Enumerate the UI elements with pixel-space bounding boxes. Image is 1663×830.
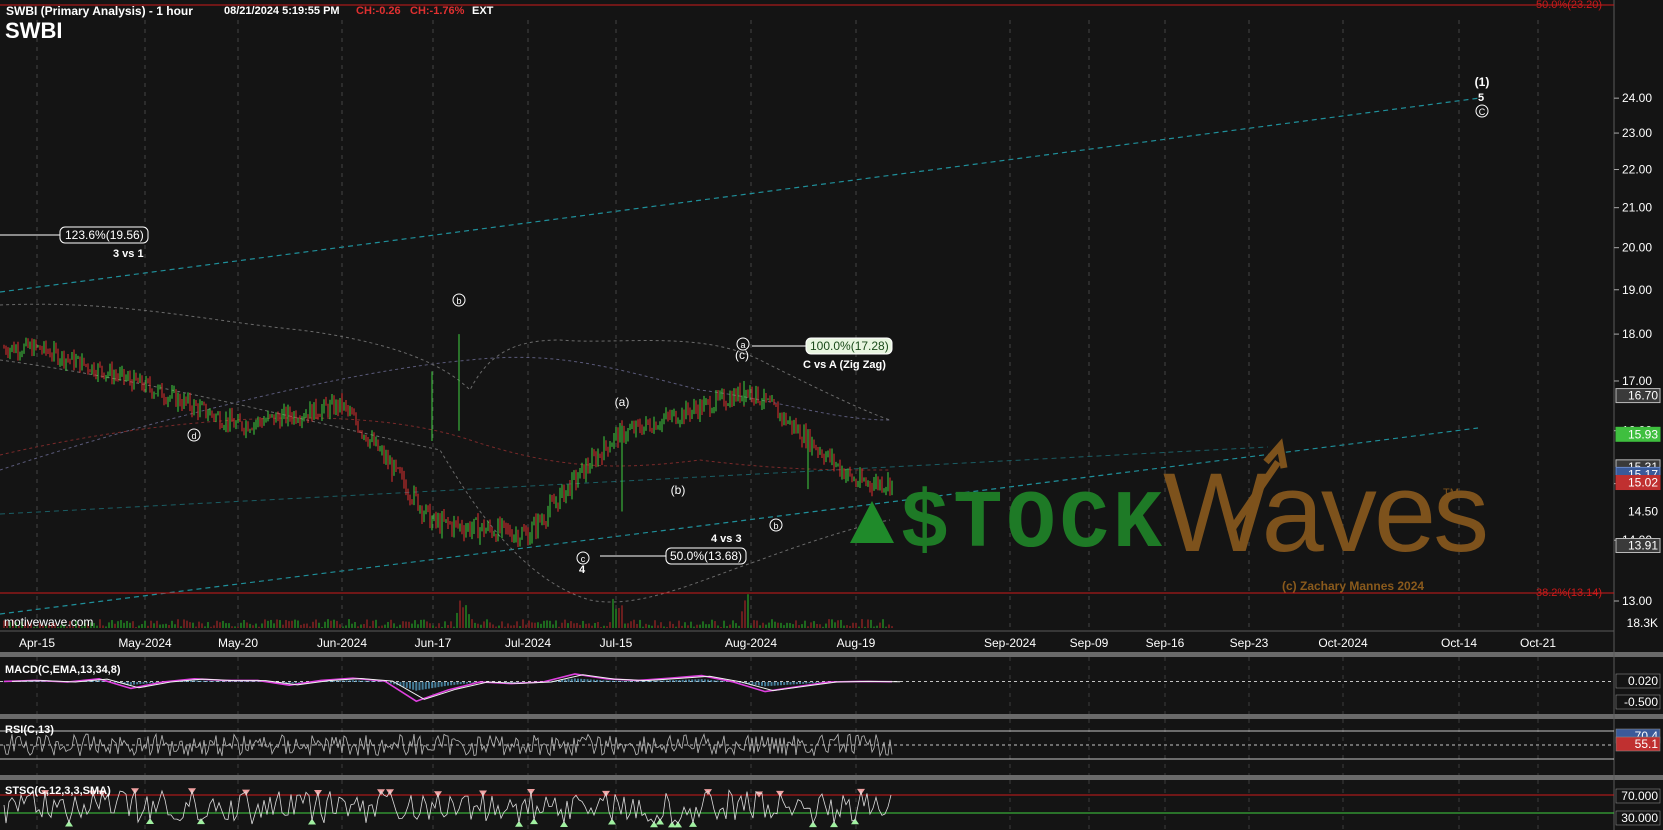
x-tick-label-11: Sep-16 [1146,636,1185,650]
x-tick-label-6: Jul-15 [600,636,633,650]
target-label-123: 123.6%(19.56) [65,228,144,242]
x-tick-label-10: Sep-09 [1070,636,1109,650]
indicator-tag-1: -0.500 [1624,695,1658,709]
watermark-stock-text: $TOCK [900,478,1166,571]
separator-3[interactable] [0,775,1663,780]
source-label: motivewave.com [4,615,93,629]
target-note-3vs1: 3 vs 1 [113,248,144,260]
x-tick-label-8: Aug-19 [837,636,876,650]
wave-label-pa: (a) [615,395,630,409]
y-tick-label-1: 23.00 [1622,126,1652,140]
price-tag-7: 18.3K [1627,616,1658,630]
rsi-title: RSI(C,13) [5,724,54,736]
x-tick-label-13: Oct-2024 [1318,636,1368,650]
price-tag-1: 15.93 [1628,427,1658,441]
target-label-100: 100.0%(17.28) [810,339,889,353]
change-abs: CH:-0.26 [356,5,401,17]
symbol-label: SWBI [5,18,62,43]
wave-label-b1: b [456,296,461,306]
fib-bottom-label: 38.2%(13.14) [1536,587,1602,599]
wave-label-pb: (b) [671,483,686,497]
target-note-cva: C vs A (Zig Zag) [803,359,886,371]
macd-title: MACD(C,EMA,13,34,8) [5,664,121,676]
x-tick-label-1: May-2024 [118,636,172,650]
stsc-title: STSC(C,12,3,3,SMA) [5,785,111,797]
chart-title: SWBI (Primary Analysis) - 1 hour [6,4,193,18]
indicator-tags: 0.020-0.50070.455.170.00030.000 [1615,673,1661,826]
macd-panel-bg [0,655,1663,715]
indicator-tag-5: 30.000 [1621,811,1658,825]
x-tick-label-4: Jun-17 [415,636,452,650]
x-tick-label-12: Sep-23 [1230,636,1269,650]
separator-1[interactable] [0,652,1663,657]
wave-label-C: C [1479,107,1486,117]
wave-label-d: d [191,431,196,441]
target-label-50: 50.0%(13.68) [670,549,742,563]
price-tag-0: 16.70 [1628,389,1658,403]
price-tag-5: 14.50 [1628,504,1658,518]
y-tick-label-6: 18.00 [1622,327,1652,341]
wave-label-b2: b [773,521,778,531]
x-tick-label-7: Aug-2024 [725,636,777,650]
indicator-tag-0: 0.020 [1628,674,1658,688]
watermark-copyright: (c) Zachary Mannes 2024 [1282,579,1424,593]
wave-label-5: 5 [1478,92,1484,104]
target-note-4vs3: 4 vs 3 [711,533,742,545]
x-tick-label-3: Jun-2024 [317,636,367,650]
x-tick-label-15: Oct-21 [1520,636,1556,650]
y-tick-label-2: 22.00 [1622,163,1652,177]
separator-2[interactable] [0,714,1663,719]
wave-label-a: a [740,340,745,350]
watermark-tm: TM [1443,487,1459,499]
y-tick-label-4: 20.00 [1622,241,1652,255]
session-label: EXT [472,5,494,17]
wave-label-p1: (1) [1475,75,1490,89]
y-tick-label-3: 21.00 [1622,201,1652,215]
x-tick-label-2: May-20 [218,636,258,650]
y-tick-label-5: 19.00 [1622,283,1652,297]
chart-window: $TOCK Waves TM (c) Zachary Mannes 2024 5… [0,0,1663,830]
x-tick-label-14: Oct-14 [1441,636,1477,650]
fib-top-label: 50.0%(23.20) [1536,0,1602,11]
x-tick-label-9: Sep-2024 [984,636,1036,650]
time-axis: Apr-15 May-2024 May-20 Jun-2024 Jun-17 Jul-20… [19,636,1556,650]
change-pct: CH:-1.76% [410,5,465,17]
rsi-panel-bg [0,720,1663,776]
wave-label-4: 4 [579,564,586,576]
indicator-tag-3: 55.1 [1635,737,1659,751]
price-tag-4: 15.02 [1628,476,1658,490]
price-tag-6: 13.91 [1628,539,1658,553]
y-tick-label-11: 13.00 [1622,594,1652,608]
watermark-waves-text: Waves [1163,450,1486,575]
wave-label-c: c [581,554,586,564]
x-tick-label-5: Jul-2024 [505,636,551,650]
chart-svg[interactable]: $TOCK Waves TM (c) Zachary Mannes 2024 5… [0,0,1663,830]
indicator-tag-4: 70.000 [1621,789,1658,803]
y-tick-label-0: 24.00 [1622,91,1652,105]
chart-timestamp: 08/21/2024 5:19:55 PM [224,5,340,17]
y-tick-label-7: 17.00 [1622,374,1652,388]
x-tick-label-0: Apr-15 [19,636,55,650]
